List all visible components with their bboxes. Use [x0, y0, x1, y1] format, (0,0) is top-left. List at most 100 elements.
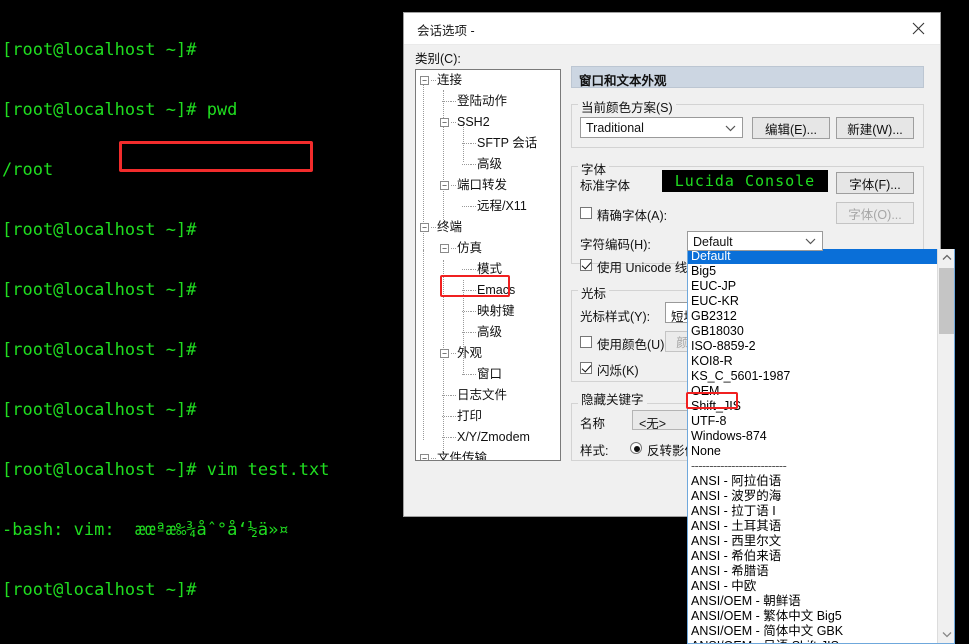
tree-guide-dots [462, 332, 471, 333]
tree-guide-dots [451, 101, 456, 102]
tree-guide-dots [451, 122, 456, 123]
dropdown-item-3[interactable]: EUC-KR [688, 294, 937, 309]
tree-guide-dots [451, 395, 456, 396]
tree-guide-dots [471, 374, 476, 375]
tree-expander-minus-icon[interactable]: − [420, 223, 429, 232]
tree-guide-dots [462, 290, 471, 291]
tree-item-11[interactable]: 映射键 [416, 301, 560, 322]
tree-expander-minus-icon[interactable]: − [440, 118, 449, 127]
dropdown-scrollbar[interactable] [937, 249, 954, 643]
charset-label: 字符编码(H): [580, 238, 651, 252]
hidden-keyword-style-label: 样式: [580, 444, 609, 458]
tree-guide-dots [471, 164, 476, 165]
charset-combo[interactable]: Default [687, 231, 823, 251]
hidden-keyword-name-label: 名称 [580, 417, 606, 431]
edit-color-scheme-button[interactable]: 编辑(E)... [752, 117, 830, 139]
tree-item-16[interactable]: 打印 [416, 406, 560, 427]
tree-item-1[interactable]: 登陆动作 [416, 91, 560, 112]
dropdown-item-1[interactable]: Big5 [688, 264, 937, 279]
dropdown-item-20[interactable]: ANSI - 希伯来语 [688, 549, 937, 564]
chevron-down-icon [722, 118, 738, 137]
close-icon[interactable] [896, 13, 940, 44]
tree-item-4[interactable]: 高级 [416, 154, 560, 175]
exact-font-button: 字体(O)... [836, 202, 914, 224]
tree-item-label: 端口转发 [457, 178, 508, 192]
color-scheme-group-title: 当前颜色方案(S) [578, 97, 676, 116]
tree-guide-dots [462, 311, 471, 312]
tree-expander-minus-icon[interactable]: − [440, 349, 449, 358]
tree-node-list: − 连接 登陆动作 − SSH2 SFTP 会话 高级 − 端口转发 远程/X11− 终端 − 仿真 模式… [416, 70, 560, 461]
dropdown-item-7[interactable]: KOI8-R [688, 354, 937, 369]
charset-dropdown-list[interactable]: Default Big5 EUC-JP EUC-KR GB2312 GB18030 ISO-… [687, 249, 955, 644]
tree-guide-dots [442, 395, 451, 396]
tree-item-3[interactable]: SFTP 会话 [416, 133, 560, 154]
dialog-titlebar[interactable]: 会话选项 - [404, 13, 940, 45]
standard-font-label: 标准字体 [580, 179, 631, 193]
dropdown-item-17[interactable]: ANSI - 拉丁语 I [688, 504, 937, 519]
dropdown-item-5[interactable]: GB18030 [688, 324, 937, 339]
tree-item-17[interactable]: X/Y/Zmodem [416, 427, 560, 448]
tree-item-label: 远程/X11 [477, 199, 527, 213]
tree-guide-dots [471, 332, 476, 333]
chevron-down-icon[interactable] [938, 626, 954, 643]
checkbox-box [580, 336, 592, 348]
dropdown-item-0[interactable]: Default [688, 249, 937, 264]
tree-item-14[interactable]: 窗口 [416, 364, 560, 385]
dropdown-item-6[interactable]: ISO-8859-2 [688, 339, 937, 354]
tree-item-18[interactable]: − 文件传输 [416, 448, 560, 461]
dropdown-item-4[interactable]: GB2312 [688, 309, 937, 324]
unicode-line-label: 使用 Unicode 线条 [597, 261, 700, 275]
tree-guide-dots [471, 143, 476, 144]
dropdown-item-23[interactable]: ANSI/OEM - 朝鲜语 [688, 594, 937, 609]
dropdown-item-16[interactable]: ANSI - 波罗的海 [688, 489, 937, 504]
screen: [root@localhost ~]# [root@localhost ~]# … [0, 0, 969, 644]
tree-item-0[interactable]: − 连接 [416, 70, 560, 91]
dropdown-item-26[interactable]: ANSI/OEM - 日语 Shift-JIS [688, 639, 937, 643]
checkbox-box [580, 259, 592, 271]
category-tree[interactable]: − 连接 登陆动作 − SSH2 SFTP 会话 高级 − 端口转发 远程/X11− 终端 − 仿真 模式… [415, 69, 561, 461]
dropdown-item-10[interactable]: Shift_JIS [688, 399, 937, 414]
tree-item-12[interactable]: 高级 [416, 322, 560, 343]
tree-item-2[interactable]: − SSH2 [416, 112, 560, 133]
tree-guide-dots [471, 269, 476, 270]
dropdown-item-15[interactable]: ANSI - 阿拉伯语 [688, 474, 937, 489]
tree-item-10[interactable]: Emacs [416, 280, 560, 301]
tree-expander-minus-icon[interactable]: − [440, 244, 449, 253]
chevron-up-icon[interactable] [938, 249, 954, 266]
dropdown-item-25[interactable]: ANSI/OEM - 简体中文 GBK [688, 624, 937, 639]
exact-font-label: 精确字体(A): [597, 209, 668, 223]
dropdown-item-24[interactable]: ANSI/OEM - 繁体中文 Big5 [688, 609, 937, 624]
color-scheme-combo[interactable]: Traditional [580, 117, 743, 138]
dropdown-item-9[interactable]: OEM [688, 384, 937, 399]
dropdown-item-18[interactable]: ANSI - 土耳其语 [688, 519, 937, 534]
tree-guide-dots [442, 101, 451, 102]
panel-header: 窗口和文本外观 [571, 66, 924, 88]
new-color-scheme-button[interactable]: 新建(W)... [836, 117, 914, 139]
tree-item-15[interactable]: 日志文件 [416, 385, 560, 406]
dropdown-item-21[interactable]: ANSI - 希腊语 [688, 564, 937, 579]
tree-item-label: 高级 [477, 325, 503, 339]
dropdown-item-12[interactable]: Windows-874 [688, 429, 937, 444]
dropdown-item-2[interactable]: EUC-JP [688, 279, 937, 294]
dropdown-item-22[interactable]: ANSI - 中欧 [688, 579, 937, 594]
choose-font-button[interactable]: 字体(F)... [836, 172, 914, 194]
tree-item-8[interactable]: − 仿真 [416, 238, 560, 259]
tree-item-5[interactable]: − 端口转发 [416, 175, 560, 196]
dropdown-item-11[interactable]: UTF-8 [688, 414, 937, 429]
radio-button [630, 442, 642, 454]
tree-expander-minus-icon[interactable]: − [420, 76, 429, 85]
tree-guide-dots [431, 458, 436, 459]
tree-item-6[interactable]: 远程/X11 [416, 196, 560, 217]
scrollbar-thumb[interactable] [939, 268, 954, 334]
charset-value: Default [693, 235, 733, 249]
tree-expander-minus-icon[interactable]: − [420, 454, 429, 460]
tree-item-7[interactable]: − 终端 [416, 217, 560, 238]
hidden-keyword-group-title: 隐藏关键字 [578, 389, 647, 408]
dropdown-item-19[interactable]: ANSI - 西里尔文 [688, 534, 937, 549]
tree-expander-minus-icon[interactable]: − [440, 181, 449, 190]
tree-item-label: 文件传输 [437, 451, 488, 461]
tree-item-9[interactable]: 模式 [416, 259, 560, 280]
tree-item-13[interactable]: − 外观 [416, 343, 560, 364]
dropdown-item-13[interactable]: None [688, 444, 937, 459]
dropdown-item-8[interactable]: KS_C_5601-1987 [688, 369, 937, 384]
